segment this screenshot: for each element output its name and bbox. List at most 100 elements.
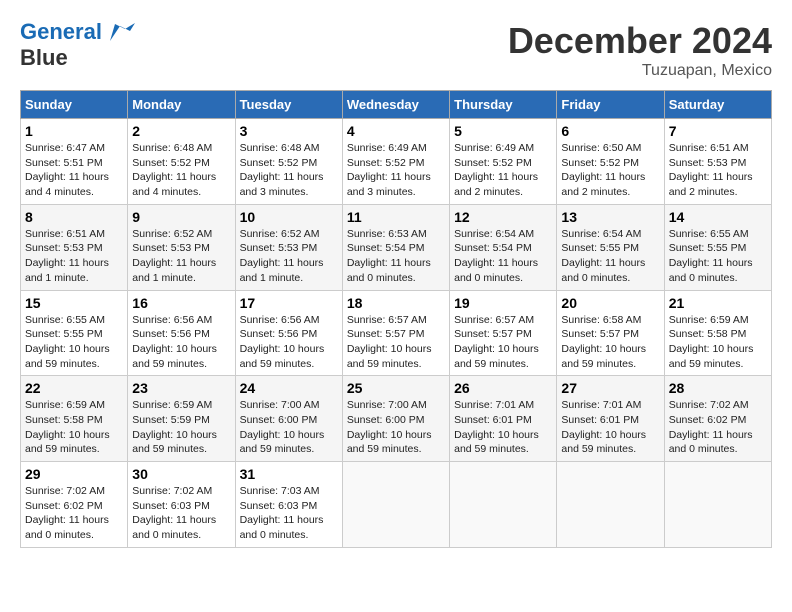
col-saturday: Saturday	[664, 91, 771, 119]
day-info: Sunrise: 6:49 AMSunset: 5:52 PMDaylight:…	[347, 142, 431, 198]
day-info: Sunrise: 6:55 AMSunset: 5:55 PMDaylight:…	[669, 228, 753, 284]
day-info: Sunrise: 6:57 AMSunset: 5:57 PMDaylight:…	[454, 314, 539, 370]
logo-text: General Blue	[20, 20, 135, 70]
day-number: 17	[240, 295, 338, 311]
day-info: Sunrise: 6:52 AMSunset: 5:53 PMDaylight:…	[132, 228, 216, 284]
logo: General Blue	[20, 20, 135, 70]
day-number: 18	[347, 295, 445, 311]
day-number: 31	[240, 466, 338, 482]
calendar-cell	[664, 462, 771, 548]
day-number: 1	[25, 123, 123, 139]
day-number: 2	[132, 123, 230, 139]
calendar-cell: 30 Sunrise: 7:02 AMSunset: 6:03 PMDaylig…	[128, 462, 235, 548]
col-tuesday: Tuesday	[235, 91, 342, 119]
calendar-cell	[557, 462, 664, 548]
day-info: Sunrise: 6:48 AMSunset: 5:52 PMDaylight:…	[132, 142, 216, 198]
day-number: 29	[25, 466, 123, 482]
calendar-cell: 19 Sunrise: 6:57 AMSunset: 5:57 PMDaylig…	[450, 290, 557, 376]
col-thursday: Thursday	[450, 91, 557, 119]
calendar-cell: 18 Sunrise: 6:57 AMSunset: 5:57 PMDaylig…	[342, 290, 449, 376]
day-info: Sunrise: 6:55 AMSunset: 5:55 PMDaylight:…	[25, 314, 110, 370]
day-info: Sunrise: 6:47 AMSunset: 5:51 PMDaylight:…	[25, 142, 109, 198]
calendar-cell: 23 Sunrise: 6:59 AMSunset: 5:59 PMDaylig…	[128, 376, 235, 462]
calendar-cell: 20 Sunrise: 6:58 AMSunset: 5:57 PMDaylig…	[557, 290, 664, 376]
calendar-cell: 1 Sunrise: 6:47 AMSunset: 5:51 PMDayligh…	[21, 119, 128, 205]
calendar-cell: 29 Sunrise: 7:02 AMSunset: 6:02 PMDaylig…	[21, 462, 128, 548]
month-title: December 2024	[508, 20, 772, 62]
calendar-cell	[450, 462, 557, 548]
day-info: Sunrise: 7:01 AMSunset: 6:01 PMDaylight:…	[454, 399, 539, 455]
calendar-row-4: 22 Sunrise: 6:59 AMSunset: 5:58 PMDaylig…	[21, 376, 772, 462]
day-info: Sunrise: 6:58 AMSunset: 5:57 PMDaylight:…	[561, 314, 646, 370]
day-number: 7	[669, 123, 767, 139]
day-number: 20	[561, 295, 659, 311]
day-number: 15	[25, 295, 123, 311]
day-info: Sunrise: 6:54 AMSunset: 5:55 PMDaylight:…	[561, 228, 645, 284]
page-header: General Blue December 2024 Tuzuapan, Mex…	[20, 20, 772, 80]
day-number: 10	[240, 209, 338, 225]
day-info: Sunrise: 7:02 AMSunset: 6:03 PMDaylight:…	[132, 485, 216, 541]
header-row: Sunday Monday Tuesday Wednesday Thursday…	[21, 91, 772, 119]
day-number: 30	[132, 466, 230, 482]
day-number: 5	[454, 123, 552, 139]
day-info: Sunrise: 6:54 AMSunset: 5:54 PMDaylight:…	[454, 228, 538, 284]
day-info: Sunrise: 6:59 AMSunset: 5:58 PMDaylight:…	[25, 399, 110, 455]
calendar-cell: 13 Sunrise: 6:54 AMSunset: 5:55 PMDaylig…	[557, 204, 664, 290]
day-info: Sunrise: 6:57 AMSunset: 5:57 PMDaylight:…	[347, 314, 432, 370]
day-number: 3	[240, 123, 338, 139]
day-info: Sunrise: 7:02 AMSunset: 6:02 PMDaylight:…	[669, 399, 753, 455]
day-info: Sunrise: 6:52 AMSunset: 5:53 PMDaylight:…	[240, 228, 324, 284]
day-info: Sunrise: 6:51 AMSunset: 5:53 PMDaylight:…	[25, 228, 109, 284]
title-block: December 2024 Tuzuapan, Mexico	[508, 20, 772, 80]
day-info: Sunrise: 7:01 AMSunset: 6:01 PMDaylight:…	[561, 399, 646, 455]
col-wednesday: Wednesday	[342, 91, 449, 119]
day-info: Sunrise: 7:00 AMSunset: 6:00 PMDaylight:…	[240, 399, 325, 455]
day-number: 13	[561, 209, 659, 225]
calendar-cell: 17 Sunrise: 6:56 AMSunset: 5:56 PMDaylig…	[235, 290, 342, 376]
day-number: 12	[454, 209, 552, 225]
day-info: Sunrise: 7:00 AMSunset: 6:00 PMDaylight:…	[347, 399, 432, 455]
calendar-cell: 16 Sunrise: 6:56 AMSunset: 5:56 PMDaylig…	[128, 290, 235, 376]
calendar-cell: 10 Sunrise: 6:52 AMSunset: 5:53 PMDaylig…	[235, 204, 342, 290]
day-info: Sunrise: 6:48 AMSunset: 5:52 PMDaylight:…	[240, 142, 324, 198]
day-info: Sunrise: 7:02 AMSunset: 6:02 PMDaylight:…	[25, 485, 109, 541]
calendar-cell: 22 Sunrise: 6:59 AMSunset: 5:58 PMDaylig…	[21, 376, 128, 462]
day-info: Sunrise: 6:56 AMSunset: 5:56 PMDaylight:…	[132, 314, 217, 370]
col-sunday: Sunday	[21, 91, 128, 119]
col-friday: Friday	[557, 91, 664, 119]
calendar-cell: 15 Sunrise: 6:55 AMSunset: 5:55 PMDaylig…	[21, 290, 128, 376]
calendar-table: Sunday Monday Tuesday Wednesday Thursday…	[20, 90, 772, 548]
day-number: 8	[25, 209, 123, 225]
day-number: 22	[25, 380, 123, 396]
day-number: 27	[561, 380, 659, 396]
day-number: 19	[454, 295, 552, 311]
calendar-cell: 2 Sunrise: 6:48 AMSunset: 5:52 PMDayligh…	[128, 119, 235, 205]
calendar-cell: 14 Sunrise: 6:55 AMSunset: 5:55 PMDaylig…	[664, 204, 771, 290]
calendar-cell: 27 Sunrise: 7:01 AMSunset: 6:01 PMDaylig…	[557, 376, 664, 462]
calendar-cell: 12 Sunrise: 6:54 AMSunset: 5:54 PMDaylig…	[450, 204, 557, 290]
calendar-cell: 3 Sunrise: 6:48 AMSunset: 5:52 PMDayligh…	[235, 119, 342, 205]
calendar-cell: 21 Sunrise: 6:59 AMSunset: 5:58 PMDaylig…	[664, 290, 771, 376]
calendar-cell: 28 Sunrise: 7:02 AMSunset: 6:02 PMDaylig…	[664, 376, 771, 462]
calendar-cell: 9 Sunrise: 6:52 AMSunset: 5:53 PMDayligh…	[128, 204, 235, 290]
day-number: 4	[347, 123, 445, 139]
day-info: Sunrise: 6:50 AMSunset: 5:52 PMDaylight:…	[561, 142, 645, 198]
calendar-cell: 8 Sunrise: 6:51 AMSunset: 5:53 PMDayligh…	[21, 204, 128, 290]
calendar-cell: 24 Sunrise: 7:00 AMSunset: 6:00 PMDaylig…	[235, 376, 342, 462]
calendar-cell	[342, 462, 449, 548]
day-info: Sunrise: 6:59 AMSunset: 5:59 PMDaylight:…	[132, 399, 217, 455]
day-info: Sunrise: 6:53 AMSunset: 5:54 PMDaylight:…	[347, 228, 431, 284]
day-number: 23	[132, 380, 230, 396]
calendar-cell: 7 Sunrise: 6:51 AMSunset: 5:53 PMDayligh…	[664, 119, 771, 205]
day-info: Sunrise: 6:49 AMSunset: 5:52 PMDaylight:…	[454, 142, 538, 198]
calendar-cell: 6 Sunrise: 6:50 AMSunset: 5:52 PMDayligh…	[557, 119, 664, 205]
day-number: 14	[669, 209, 767, 225]
day-number: 28	[669, 380, 767, 396]
day-info: Sunrise: 6:56 AMSunset: 5:56 PMDaylight:…	[240, 314, 325, 370]
day-number: 24	[240, 380, 338, 396]
calendar-cell: 25 Sunrise: 7:00 AMSunset: 6:00 PMDaylig…	[342, 376, 449, 462]
day-info: Sunrise: 6:59 AMSunset: 5:58 PMDaylight:…	[669, 314, 754, 370]
calendar-row-2: 8 Sunrise: 6:51 AMSunset: 5:53 PMDayligh…	[21, 204, 772, 290]
calendar-cell: 31 Sunrise: 7:03 AMSunset: 6:03 PMDaylig…	[235, 462, 342, 548]
calendar-cell: 4 Sunrise: 6:49 AMSunset: 5:52 PMDayligh…	[342, 119, 449, 205]
